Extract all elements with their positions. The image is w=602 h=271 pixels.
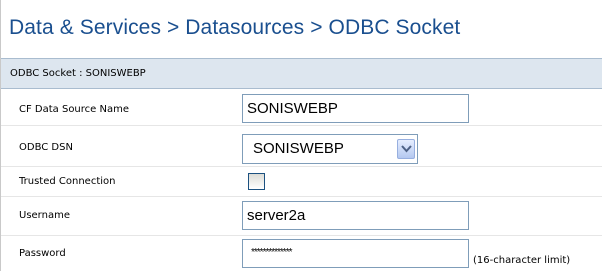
- cf-data-source-name-input[interactable]: SONISWEBP: [242, 94, 469, 123]
- dropdown-toggle-button[interactable]: [397, 139, 415, 159]
- odbc-dsn-label: ODBC DSN: [19, 142, 73, 153]
- password-limit-note: (16-character limit): [473, 255, 571, 266]
- password-input[interactable]: **************: [242, 239, 469, 268]
- odbc-dsn-select[interactable]: SONISWEBP: [242, 134, 418, 164]
- password-label: Password: [19, 248, 66, 259]
- cf-data-source-name-label: CF Data Source Name: [19, 104, 129, 115]
- page-title: Data & Services > Datasources > ODBC Soc…: [9, 16, 461, 39]
- section-header-label: ODBC Socket : SONISWEBP: [10, 68, 146, 79]
- trusted-connection-label: Trusted Connection: [19, 176, 116, 187]
- chevron-down-icon: [401, 145, 412, 153]
- trusted-connection-checkbox[interactable]: [248, 173, 265, 190]
- username-label: Username: [19, 210, 70, 221]
- odbc-dsn-selected-value: SONISWEBP: [253, 140, 344, 157]
- datasource-form-panel: Data & Services > Datasources > ODBC Soc…: [0, 0, 602, 271]
- username-input[interactable]: server2a: [242, 201, 469, 230]
- form-row-trusted-connection: Trusted Connection: [1, 167, 602, 197]
- section-header: ODBC Socket : SONISWEBP: [1, 58, 602, 89]
